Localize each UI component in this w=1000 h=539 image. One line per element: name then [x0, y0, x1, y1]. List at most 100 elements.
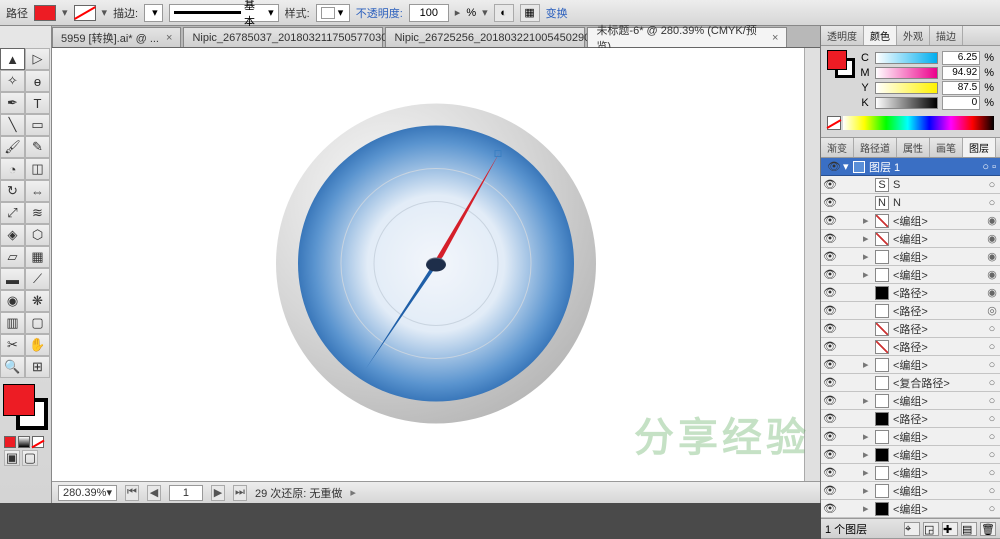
- color-spectrum[interactable]: [843, 116, 994, 130]
- layer-row[interactable]: 👁▸<编组>○: [821, 356, 1000, 374]
- target-icon[interactable]: ○: [984, 395, 1000, 407]
- eraser-tool[interactable]: ◫: [25, 158, 50, 180]
- target-icon[interactable]: ○: [984, 449, 1000, 461]
- document-tab-active[interactable]: 未标题-6* @ 280.39% (CMYK/预览)×: [587, 27, 787, 47]
- visibility-toggle[interactable]: 👁: [821, 376, 839, 389]
- layer-row[interactable]: 👁<路径>◎: [821, 302, 1000, 320]
- visibility-toggle[interactable]: 👁: [825, 160, 843, 173]
- target-icon[interactable]: ○: [984, 359, 1000, 371]
- first-artboard-button[interactable]: ⏮: [125, 485, 139, 501]
- eyedropper-tool[interactable]: ⟋: [25, 268, 50, 290]
- target-icon[interactable]: ○: [984, 377, 1000, 389]
- layer-row[interactable]: 👁<路径>○: [821, 338, 1000, 356]
- stroke-weight-select[interactable]: ▾: [144, 4, 163, 22]
- type-tool[interactable]: T: [25, 92, 50, 114]
- visibility-toggle[interactable]: 👁: [821, 448, 839, 461]
- compass-artwork[interactable]: [271, 98, 601, 431]
- cyan-slider[interactable]: [875, 52, 938, 64]
- free-transform-tool[interactable]: ◈: [0, 224, 25, 246]
- layer-name[interactable]: <路径>: [891, 285, 984, 301]
- target-icon[interactable]: ◉: [984, 214, 1000, 227]
- blob-brush-tool[interactable]: ◔: [0, 158, 25, 180]
- style-select[interactable]: ▾: [316, 4, 350, 22]
- fill-stroke-control[interactable]: [1, 382, 50, 432]
- none-swatch[interactable]: [827, 116, 841, 130]
- layer-row[interactable]: 👁<路径>○: [821, 410, 1000, 428]
- black-value[interactable]: 0: [942, 96, 980, 110]
- target-icon[interactable]: ○: [984, 341, 1000, 353]
- layer-row[interactable]: 👁▸<编组>○: [821, 464, 1000, 482]
- paintbrush-tool[interactable]: 🖌: [0, 136, 25, 158]
- mesh-tool[interactable]: ▦: [25, 246, 50, 268]
- document-tab[interactable]: Nipic_26725256_20180322100545029030.ai* …: [385, 27, 585, 47]
- perspective-tool[interactable]: ▱: [0, 246, 25, 268]
- magic-wand-tool[interactable]: ✧: [0, 70, 25, 92]
- layer-row[interactable]: 👁▸<编组>○: [821, 392, 1000, 410]
- brush-select[interactable]: 基本▾: [169, 4, 279, 22]
- visibility-toggle[interactable]: 👁: [821, 394, 839, 407]
- align-button[interactable]: ▦: [520, 4, 540, 22]
- opacity-label[interactable]: 不透明度:: [356, 5, 403, 21]
- selection-tool[interactable]: ▲: [0, 48, 25, 70]
- target-icon[interactable]: ○: [984, 431, 1000, 443]
- tab-color[interactable]: 颜色: [864, 26, 897, 45]
- visibility-toggle[interactable]: 👁: [821, 430, 839, 443]
- visibility-toggle[interactable]: 👁: [821, 250, 839, 263]
- tab-gradient[interactable]: 渐变: [821, 138, 854, 157]
- print-tiling-tool[interactable]: ⊞: [25, 356, 50, 378]
- opacity-stepper-icon[interactable]: ▸: [455, 6, 461, 19]
- fill-swatch[interactable]: [34, 5, 56, 21]
- visibility-toggle[interactable]: 👁: [821, 322, 839, 335]
- visibility-toggle[interactable]: 👁: [821, 268, 839, 281]
- layer-name[interactable]: <路径>: [891, 411, 984, 427]
- pencil-tool[interactable]: ✎: [25, 136, 50, 158]
- layer-name[interactable]: <编组>: [891, 249, 984, 265]
- layer-row[interactable]: 👁 <复合路径>○: [821, 374, 1000, 392]
- target-icon[interactable]: ◎: [984, 304, 1000, 317]
- opacity-dropdown-icon[interactable]: ▾: [482, 6, 488, 19]
- target-icon[interactable]: ○: [984, 503, 1000, 515]
- tab-attributes[interactable]: 属性: [897, 138, 930, 157]
- screen-mode-normal[interactable]: ▣: [4, 450, 20, 466]
- magenta-slider[interactable]: [875, 67, 938, 79]
- black-slider[interactable]: [875, 97, 938, 109]
- layer-name[interactable]: S: [891, 179, 984, 191]
- zoom-tool[interactable]: 🔍: [0, 356, 25, 378]
- layer-name[interactable]: <编组>: [891, 357, 984, 373]
- target-icon[interactable]: ◉: [984, 250, 1000, 263]
- column-graph-tool[interactable]: ▥: [0, 312, 25, 334]
- fill-box[interactable]: [3, 384, 35, 416]
- target-icon[interactable]: ◉: [984, 232, 1000, 245]
- layer-name[interactable]: <编组>: [891, 231, 984, 247]
- tab-brushes[interactable]: 画笔: [930, 138, 963, 157]
- layer-name[interactable]: <编组>: [891, 429, 984, 445]
- close-icon[interactable]: ×: [772, 32, 778, 44]
- tab-pathfinder[interactable]: 路径道: [854, 138, 897, 157]
- symbol-sprayer-tool[interactable]: ❋: [25, 290, 50, 312]
- target-icon[interactable]: ○: [984, 485, 1000, 497]
- gradient-mode-icon[interactable]: [18, 436, 30, 448]
- pen-tool[interactable]: ✒: [0, 92, 25, 114]
- new-layer-button[interactable]: ▤: [961, 522, 977, 536]
- visibility-toggle[interactable]: 👁: [821, 358, 839, 371]
- line-tool[interactable]: ╲: [0, 114, 25, 136]
- shape-builder-tool[interactable]: ⬡: [25, 224, 50, 246]
- status-dropdown-icon[interactable]: ▸: [350, 486, 356, 499]
- swatch-dropdown-icon[interactable]: ▾: [62, 6, 68, 19]
- layer-name[interactable]: <路径>: [891, 303, 984, 319]
- layer-row[interactable]: 👁▸<编组>○: [821, 446, 1000, 464]
- document-tab[interactable]: 5959 [转换].ai* @ ...×: [52, 27, 181, 47]
- rotate-tool[interactable]: ↻: [0, 180, 25, 202]
- panel-fill-swatch[interactable]: [827, 50, 847, 70]
- layer-name[interactable]: <路径>: [891, 321, 984, 337]
- zoom-field[interactable]: 280.39% ▾: [58, 485, 117, 501]
- layer-name[interactable]: <复合路径>: [891, 375, 984, 391]
- layer-row[interactable]: 👁▸<编组>◉: [821, 266, 1000, 284]
- layer-name[interactable]: N: [891, 197, 984, 209]
- visibility-toggle[interactable]: 👁: [821, 412, 839, 425]
- last-artboard-button[interactable]: ⏭: [233, 485, 247, 501]
- rectangle-tool[interactable]: ▭: [25, 114, 50, 136]
- target-icon[interactable]: ○: [984, 197, 1000, 209]
- visibility-toggle[interactable]: 👁: [821, 286, 839, 299]
- document-tab[interactable]: Nipic_26785037_20180321175057703037.ai* …: [183, 27, 383, 47]
